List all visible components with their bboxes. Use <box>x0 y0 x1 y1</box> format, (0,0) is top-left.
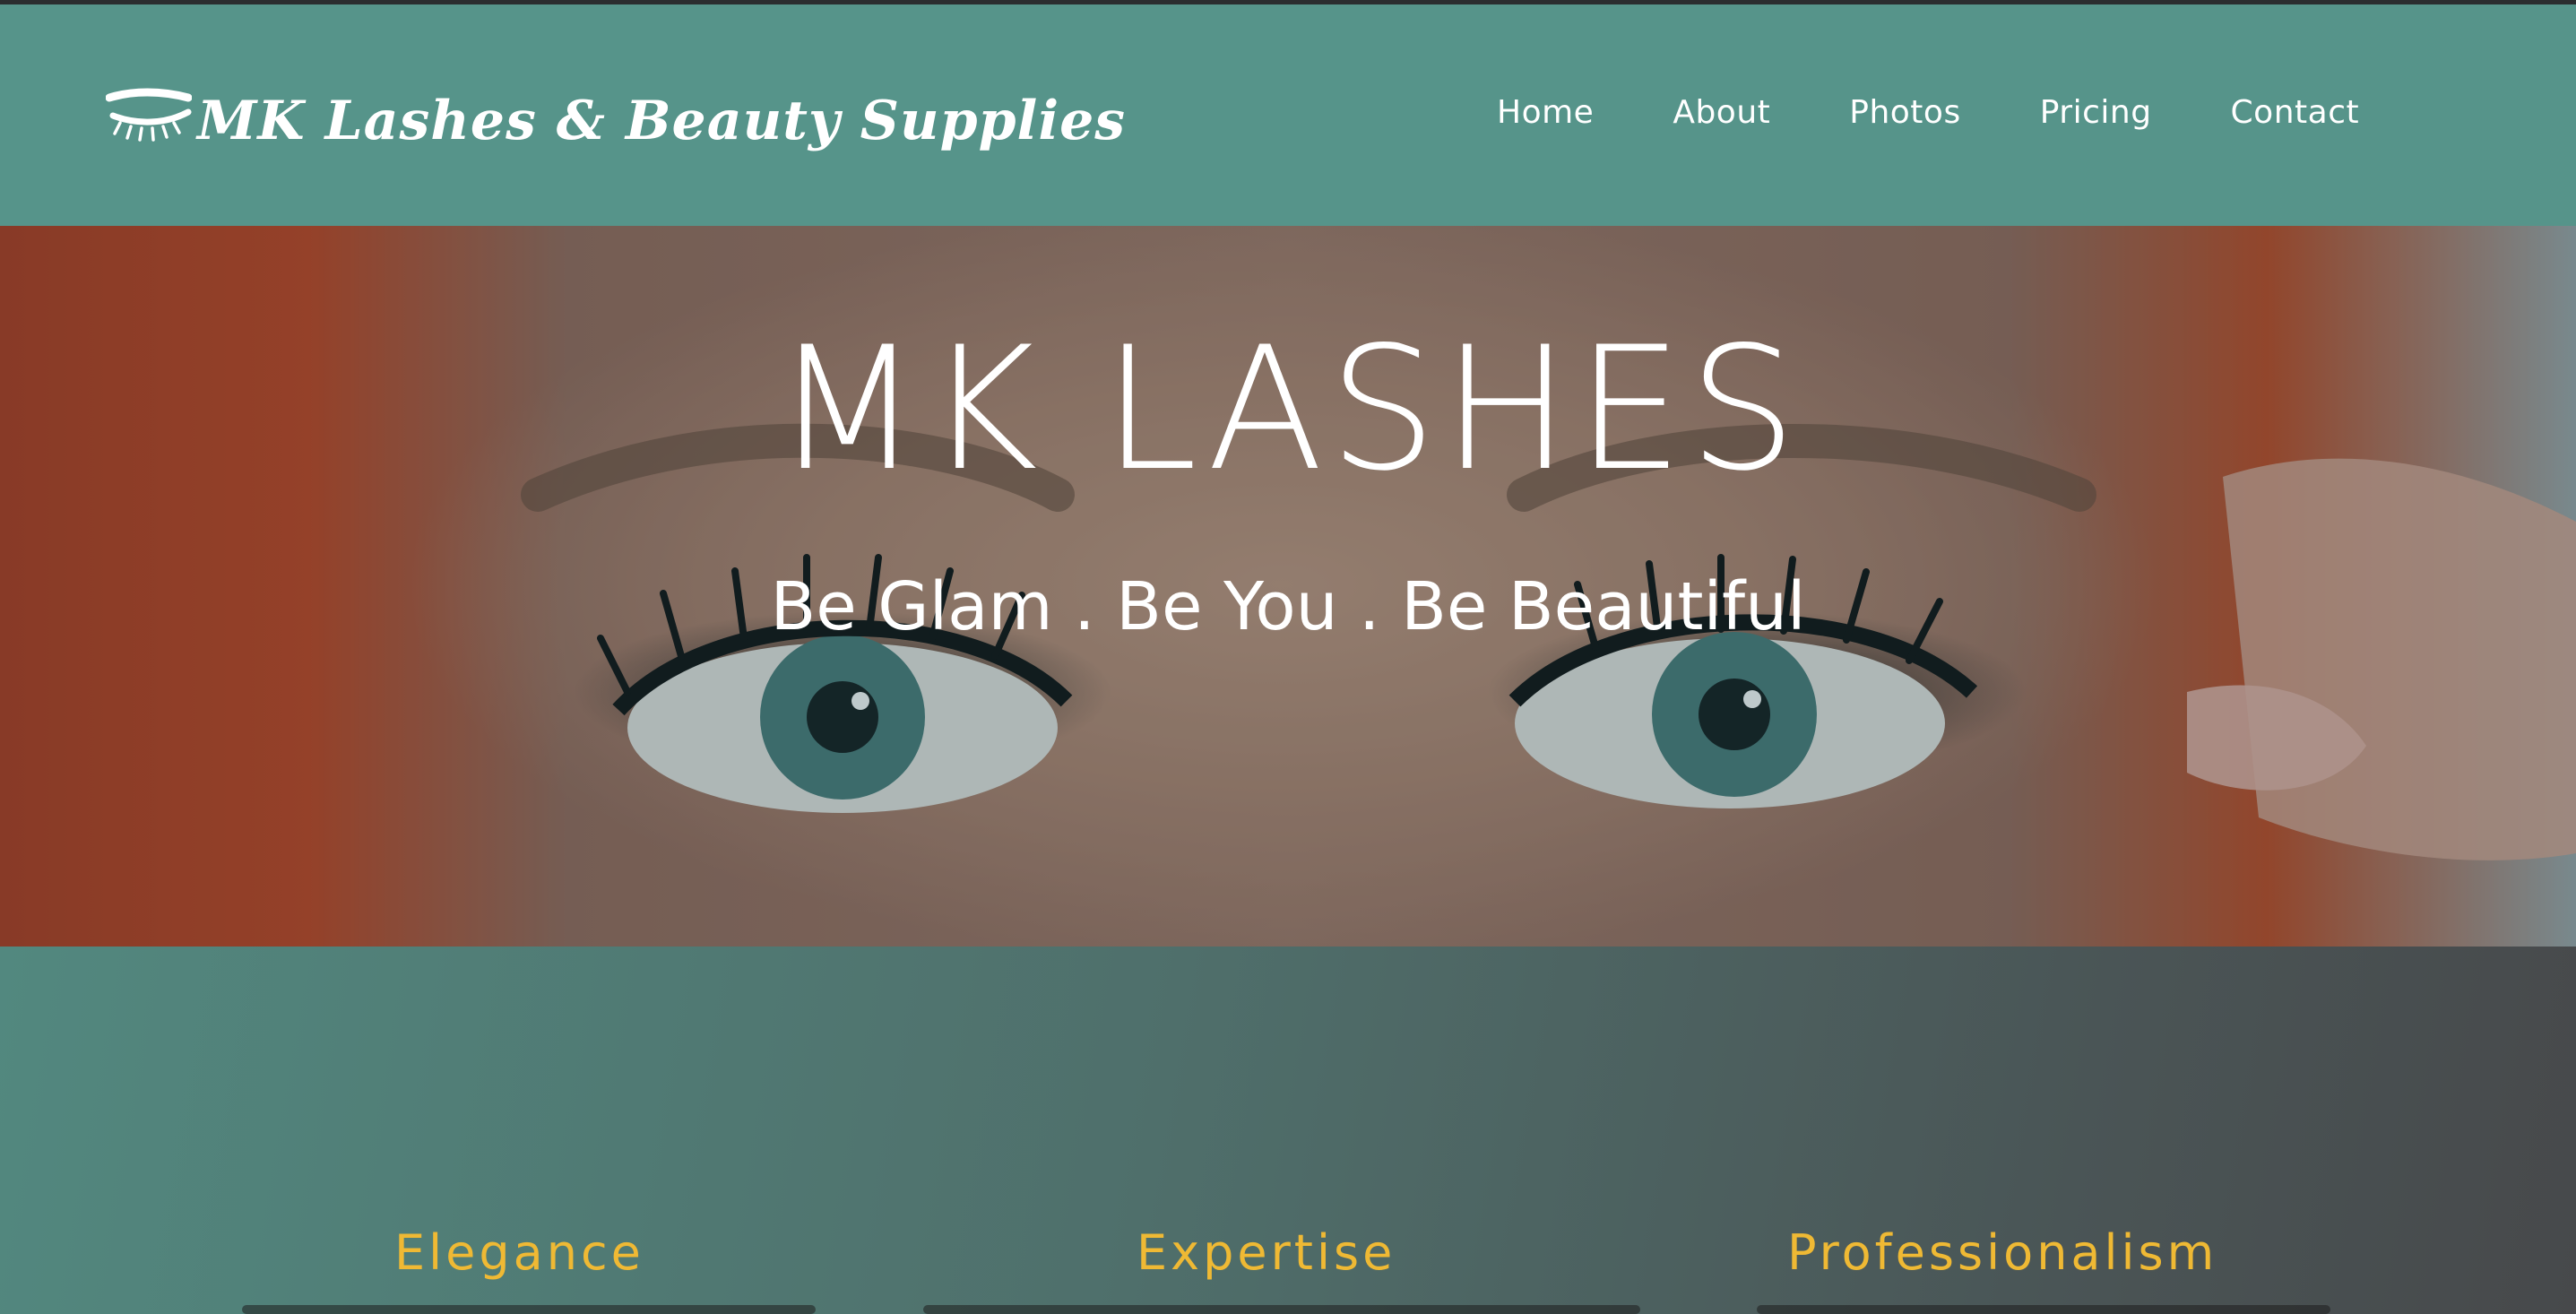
brand-logo[interactable]: MK Lashes & Beauty Supplies <box>106 76 1126 166</box>
nav-home[interactable]: Home <box>1497 94 1594 131</box>
nav-pricing[interactable]: Pricing <box>2040 94 2152 131</box>
site-header: MK Lashes & Beauty Supplies Home About P… <box>0 4 2576 226</box>
card-top-edge <box>923 1305 1640 1314</box>
values-section: Elegance Expertise Professionalism <box>0 947 2576 1314</box>
value-expertise: Expertise <box>1137 1224 1396 1281</box>
brand-name: MK Lashes & Beauty Supplies <box>197 90 1127 152</box>
main-nav: Home About Photos Pricing Contact <box>1497 94 2359 131</box>
value-professionalism: Professionalism <box>1787 1224 2218 1281</box>
nav-about[interactable]: About <box>1673 94 1770 131</box>
nav-photos[interactable]: Photos <box>1849 94 1960 131</box>
hero-banner: MK LASHES Be Glam . Be You . Be Beautifu… <box>0 226 2576 947</box>
eyelash-icon <box>106 88 192 142</box>
hero-title: MK LASHES <box>774 310 1802 508</box>
card-top-edge <box>1757 1305 2330 1314</box>
hero-tagline: Be Glam . Be You . Be Beautiful <box>770 568 1806 645</box>
nav-contact[interactable]: Contact <box>2231 94 2360 131</box>
card-top-edge <box>242 1305 816 1314</box>
value-elegance: Elegance <box>394 1224 644 1281</box>
